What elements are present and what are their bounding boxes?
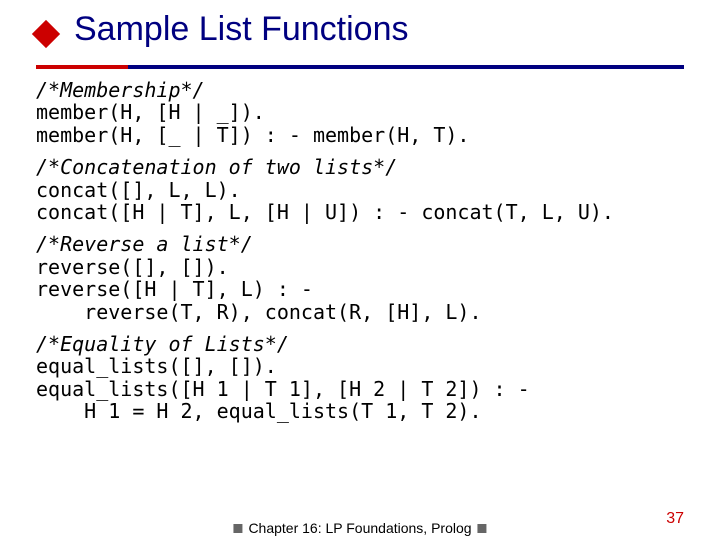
title-underline: [36, 55, 684, 65]
code-block-reverse: /*Reverse a list*/ reverse([], []). reve…: [36, 233, 684, 323]
slide-title: Sample List Functions: [74, 10, 409, 49]
code-line: member(H, [H | _]).: [36, 100, 265, 124]
code-block-equal: /*Equality of Lists*/ equal_lists([], []…: [36, 333, 684, 423]
underline-red: [36, 65, 128, 69]
code-line: concat([], L, L).: [36, 178, 241, 202]
page-number: 37: [666, 510, 684, 528]
code-comment: /*Reverse a list*/: [36, 232, 253, 256]
code-line: equal_lists([H 1 | T 1], [H 2 | T 2]) : …: [36, 377, 530, 401]
code-comment: /*Membership*/: [36, 78, 205, 102]
slide: Sample List Functions /*Membership*/ mem…: [0, 0, 720, 540]
code-line: reverse([], []).: [36, 255, 229, 279]
square-bullet-icon: [478, 524, 487, 533]
code-line: equal_lists([], []).: [36, 354, 277, 378]
code-comment: /*Equality of Lists*/: [36, 332, 289, 356]
footer-chapter: Chapter 16: LP Foundations, Prolog: [233, 520, 486, 536]
underline-blue: [36, 65, 684, 69]
code-line: reverse([H | T], L) : -: [36, 277, 313, 301]
code-line: member(H, [_ | T]) : - member(H, T).: [36, 123, 469, 147]
code-block-membership: /*Membership*/ member(H, [H | _]). membe…: [36, 79, 684, 146]
code-line: concat([H | T], L, [H | U]) : - concat(T…: [36, 200, 614, 224]
square-bullet-icon: [233, 524, 242, 533]
footer-chapter-text: Chapter 16: LP Foundations, Prolog: [248, 520, 471, 536]
title-row: Sample List Functions: [36, 10, 684, 49]
content-area: /*Membership*/ member(H, [H | _]). membe…: [36, 79, 684, 422]
code-line: reverse(T, R), concat(R, [H], L).: [36, 300, 482, 324]
code-block-concat: /*Concatenation of two lists*/ concat([]…: [36, 156, 684, 223]
title-bullet-icon: [32, 20, 60, 48]
code-comment: /*Concatenation of two lists*/: [36, 155, 397, 179]
code-line: H 1 = H 2, equal_lists(T 1, T 2).: [36, 399, 482, 423]
